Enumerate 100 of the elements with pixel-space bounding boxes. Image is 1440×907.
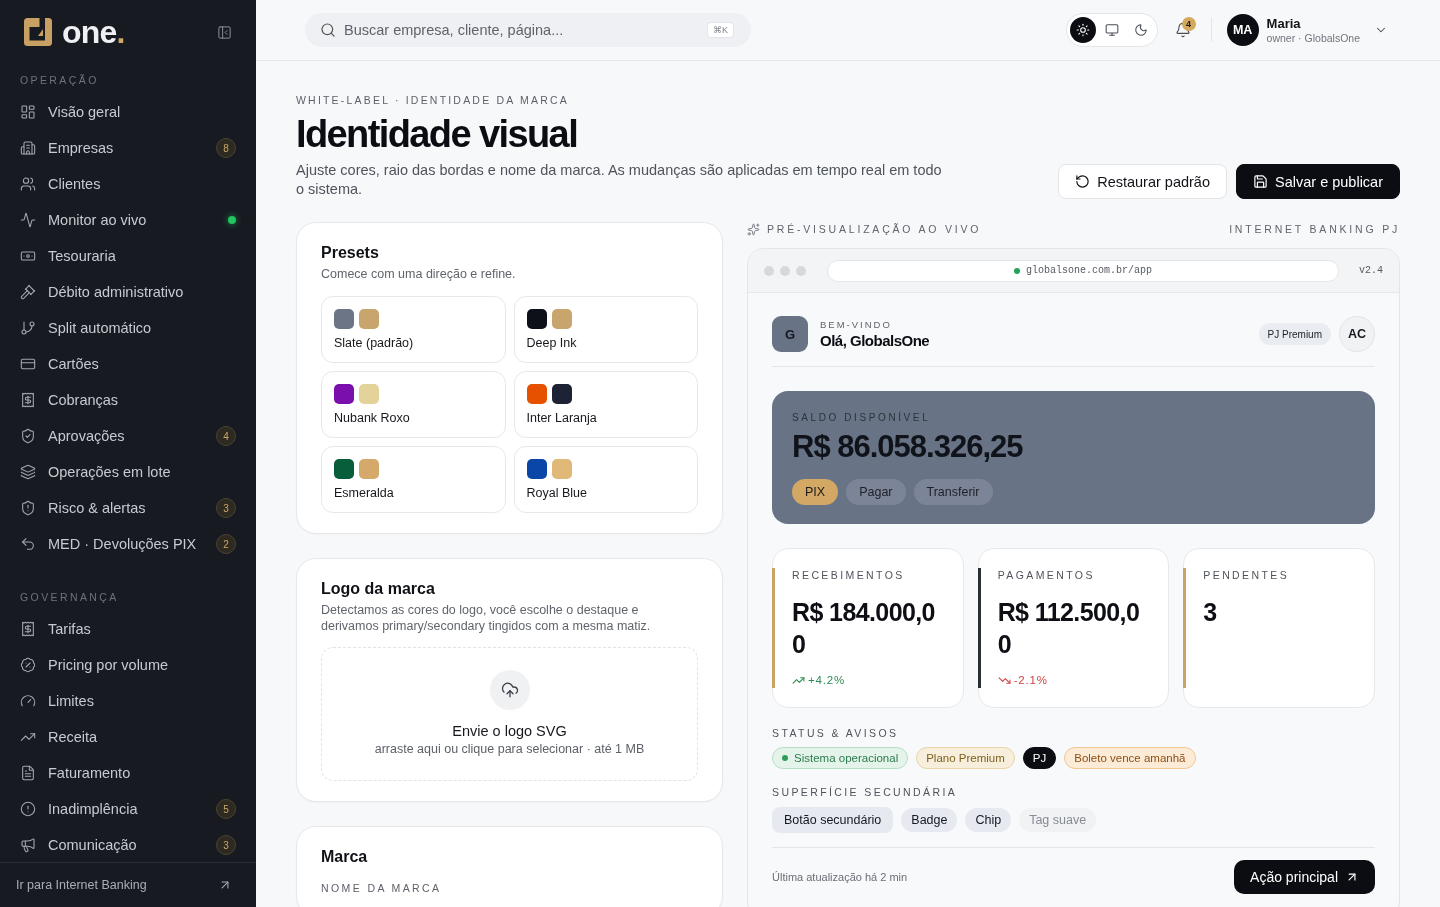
- sidebar-item[interactable]: MED · Devoluções PIX 2: [12, 528, 244, 560]
- branch-icon: [20, 320, 36, 336]
- user-role: owner · GlobalsOne: [1266, 31, 1360, 45]
- card-title: Marca: [321, 847, 369, 867]
- sidebar-item[interactable]: Split automático: [12, 312, 244, 344]
- users-icon: [20, 176, 36, 192]
- sidebar-item[interactable]: Pricing por volume: [12, 649, 244, 681]
- status-text: Plano Premium: [926, 752, 1005, 764]
- sparkles-icon: [747, 222, 760, 236]
- last-updated-text: Última atualização há 2 min: [772, 871, 908, 883]
- action-button[interactable]: Transferir: [913, 479, 993, 505]
- secondary-button[interactable]: Botão secundário: [772, 807, 894, 833]
- action-button[interactable]: Pagar: [846, 479, 906, 505]
- sidebar-item[interactable]: Comunicação 3: [12, 829, 244, 861]
- user-name: Maria: [1266, 15, 1302, 32]
- bell-icon: [1174, 22, 1191, 38]
- page-title: Identidade visual: [296, 112, 579, 156]
- sidebar-item[interactable]: Risco & alertas 3: [12, 492, 244, 524]
- status-text: Boleto vence amanhã: [1074, 752, 1186, 764]
- stat-label: RECEBIMENTOS: [792, 568, 905, 582]
- count-badge: 5: [216, 799, 236, 819]
- sidebar-item[interactable]: Operações em lote: [12, 456, 244, 488]
- stat-value: R$ 112.500,00: [997, 597, 1141, 660]
- theme-button[interactable]: [1069, 17, 1096, 43]
- preset-option[interactable]: Royal Blue: [513, 446, 698, 513]
- megaphone-icon: [20, 837, 36, 853]
- preset-option[interactable]: Deep Ink: [513, 296, 698, 363]
- balance-amount: R$ 86.058.326,25: [792, 429, 1023, 465]
- sidebar-item[interactable]: Débito administrativo: [12, 276, 244, 308]
- sidebar-item[interactable]: Aprovações 4: [12, 420, 244, 452]
- field-label: NOME DA MARCA: [321, 881, 443, 895]
- sidebar-item[interactable]: Tarifas: [12, 613, 244, 645]
- sidebar-item[interactable]: Limites: [12, 685, 244, 717]
- sidebar-item[interactable]: Faturamento: [12, 757, 244, 789]
- sidebar-item[interactable]: Receita: [12, 721, 244, 753]
- action-button[interactable]: PIX: [792, 479, 839, 505]
- page-eyebrow: WHITE-LABEL · IDENTIDADE DA MARCA: [296, 93, 570, 107]
- preset-option[interactable]: Inter Laranja: [513, 371, 698, 438]
- count-badge: 8: [216, 138, 236, 158]
- notification-count: 4: [1181, 17, 1196, 31]
- sidebar-item[interactable]: Monitor ao vivo: [12, 204, 244, 236]
- receipt-icon: [20, 621, 36, 637]
- preset-name: Nubank Roxo: [334, 410, 411, 426]
- preset-option[interactable]: Slate (padrão): [321, 296, 506, 363]
- collapse-sidebar-button[interactable]: [217, 24, 232, 40]
- moon-icon: [1133, 23, 1148, 37]
- receipt-icon: [20, 392, 36, 408]
- preset-option[interactable]: Esmeralda: [321, 446, 506, 513]
- sidebar-item[interactable]: Cobranças: [12, 384, 244, 416]
- banknote-icon: [20, 248, 36, 264]
- pulse-icon: [20, 212, 36, 228]
- sidebar-item[interactable]: Clientes: [12, 168, 244, 200]
- preset-name: Inter Laranja: [526, 410, 598, 426]
- stat-delta: -2.1%: [1013, 673, 1048, 688]
- alert-circle-icon: [20, 801, 36, 817]
- surface-badge: Badge: [901, 808, 958, 832]
- plan-badge: PJ Premium: [1258, 323, 1331, 345]
- nav-section-title: GOVERNANÇA: [19, 590, 120, 605]
- status-dot-icon: [782, 755, 788, 761]
- page-description: Ajuste cores, raio das bordas e nome da marca. As mudanças são aplicadas em tempo real em todo o sistema.: [296, 161, 943, 199]
- sun-icon: [1075, 23, 1090, 37]
- user-avatar[interactable]: MA: [1226, 14, 1259, 46]
- preset-option[interactable]: Nubank Roxo: [321, 371, 506, 438]
- dropzone-hint: arraste aqui ou clique para selecionar · até 1 MB: [374, 741, 645, 757]
- sidebar-item[interactable]: Cartões: [12, 348, 244, 380]
- version-label: v2.4: [1359, 265, 1383, 276]
- save-button[interactable]: Salvar e publicar: [1236, 164, 1400, 199]
- primary-action-button[interactable]: Ação principal: [1234, 860, 1375, 894]
- user-avatar[interactable]: AC: [1339, 316, 1375, 352]
- stat-delta: +4.2%: [808, 673, 845, 688]
- stat-value: 3: [1203, 597, 1217, 628]
- preset-name: Royal Blue: [526, 485, 588, 501]
- preset-name: Esmeralda: [334, 485, 395, 501]
- preview-label: PRÉ-VISUALIZAÇÃO AO VIVO: [767, 222, 982, 236]
- stat-label: PENDENTES: [1203, 568, 1290, 582]
- surface-chip[interactable]: Chip: [965, 808, 1012, 832]
- gauge-icon: [20, 693, 36, 709]
- document-icon: [20, 765, 36, 781]
- reset-button[interactable]: Restaurar padrão: [1058, 164, 1227, 199]
- cloud-upload-icon: [489, 670, 530, 710]
- building-icon: [20, 140, 36, 156]
- upload-dropzone[interactable]: Envie o logo SVG arraste aqui ou clique para selecionar · até 1 MB: [321, 647, 698, 781]
- status-text: PJ: [1032, 752, 1047, 764]
- sidebar-item[interactable]: Empresas 8: [12, 132, 244, 164]
- shield-alert-icon: [20, 500, 36, 516]
- sidebar-item[interactable]: Tesouraria: [12, 240, 244, 272]
- company-avatar: G: [772, 316, 808, 352]
- notifications-button[interactable]: 4: [1166, 14, 1199, 46]
- section-label: STATUS & AVISOS: [772, 726, 900, 740]
- preset-name: Deep Ink: [526, 335, 578, 351]
- dashboard-icon: [20, 104, 36, 120]
- layers-icon: [20, 464, 36, 480]
- monitor-icon: [1104, 23, 1119, 37]
- rotate-ccw-icon: [1075, 174, 1091, 189]
- gavel-icon: [20, 284, 36, 300]
- percent-badge-icon: [20, 657, 36, 673]
- sidebar-item[interactable]: Visão geral: [12, 96, 244, 128]
- sidebar-item[interactable]: Inadimplência 5: [12, 793, 244, 825]
- preset-name: Slate (padrão): [334, 335, 415, 351]
- internet-banking-link[interactable]: Ir para Internet Banking: [16, 878, 232, 892]
